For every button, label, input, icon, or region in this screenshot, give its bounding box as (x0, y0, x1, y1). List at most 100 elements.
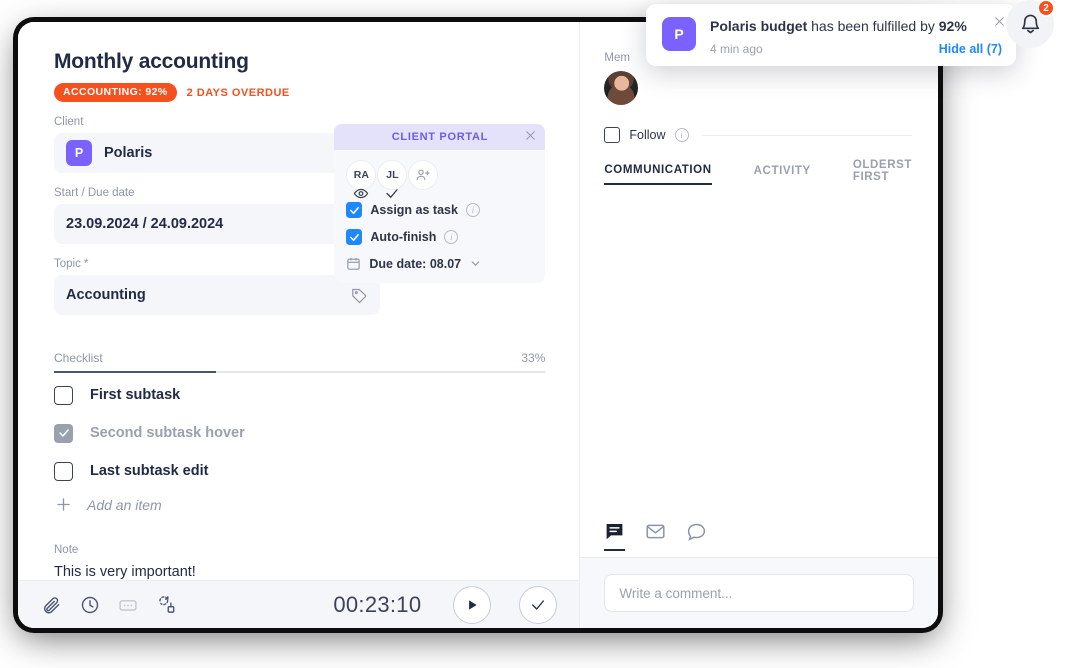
comment-icon[interactable] (118, 595, 138, 615)
divider (701, 134, 912, 136)
page-title: Monthly accounting (54, 50, 249, 73)
tab-activity[interactable]: ACTIVITY (754, 165, 811, 184)
portal-avatar-group: RA JL (346, 160, 533, 199)
right-pane-tabs: COMMUNICATION ACTIVITY OLDERST FIRST (604, 159, 912, 190)
notification-toast: P Polaris budget has been fulfilled by 9… (646, 4, 1016, 66)
checklist-item-label: Second subtask hover (90, 425, 245, 441)
follow-label: Follow (629, 128, 666, 142)
checklist-checkbox[interactable] (54, 461, 73, 481)
checklist-item-label: Last subtask edit (90, 463, 209, 479)
follow-checkbox[interactable] (604, 127, 621, 143)
status-badge: ACCOUNTING: 92% (54, 83, 177, 102)
date-field[interactable]: 23.09.2024 / 24.09.2024 (54, 204, 380, 244)
chat-icon[interactable] (686, 521, 707, 550)
topic-value: Accounting (66, 287, 146, 303)
info-icon[interactable]: i (444, 230, 459, 244)
avatar[interactable] (604, 71, 639, 105)
auto-finish-row[interactable]: Auto-finish i (346, 229, 533, 245)
time-icon[interactable] (80, 595, 100, 615)
client-portal-body: RA JL Assign as task i Auto-finish i Due… (334, 150, 545, 283)
checklist-checkbox[interactable] (54, 423, 73, 443)
start-timer-button[interactable] (453, 585, 492, 624)
comment-type-tabs (580, 514, 938, 558)
assign-as-task-row[interactable]: Assign as task i (346, 202, 533, 218)
client-label: Client (54, 116, 84, 128)
sort-toggle[interactable]: OLDERST FIRST (853, 159, 912, 190)
avatar[interactable]: RA (346, 160, 377, 199)
tab-communication[interactable]: COMMUNICATION (604, 164, 712, 185)
timer-value: 00:23:10 (333, 591, 422, 617)
email-icon[interactable] (645, 521, 666, 550)
client-portal-title: CLIENT PORTAL (391, 131, 489, 143)
date-label: Start / Due date (54, 187, 135, 199)
client-select[interactable]: P Polaris (54, 133, 380, 173)
calendar-icon (346, 256, 361, 271)
client-portal-card: CLIENT PORTAL RA JL Assign as task i Aut… (334, 124, 546, 283)
client-value: Polaris (104, 145, 153, 161)
client-portal-header: CLIENT PORTAL (334, 124, 546, 150)
client-avatar: P (66, 140, 92, 166)
notification-footer: 4 min ago Hide all (7) (710, 42, 1002, 56)
checklist-section: Checklist 33% First subtask Second subta… (54, 351, 546, 514)
notification-percent: 92% (938, 18, 967, 34)
checklist-checkbox[interactable] (54, 385, 73, 405)
right-pane-top: Mem Follow i COMMUNICATION ACTIVITY OLDE… (580, 22, 938, 514)
comment-box-wrap: Write a comment... (580, 558, 938, 628)
assign-as-task-checkbox[interactable] (346, 202, 363, 218)
notification-time: 4 min ago (710, 42, 763, 56)
overdue-label: 2 DAYS OVERDUE (186, 86, 290, 99)
notifications-bell-button[interactable]: 2 (1006, 0, 1055, 48)
notification-subject: Polaris budget (710, 18, 808, 34)
list-item[interactable]: Last subtask edit (54, 455, 545, 487)
notification-message: Polaris budget has been fulfilled by 92% (710, 17, 1002, 36)
badge-row: ACCOUNTING: 92% 2 DAYS OVERDUE (54, 83, 545, 102)
avatar-initials: RA (353, 169, 369, 181)
follow-row[interactable]: Follow i (604, 127, 912, 143)
task-right-pane: Mem Follow i COMMUNICATION ACTIVITY OLDE… (580, 22, 938, 628)
checklist-header: Checklist 33% (54, 351, 545, 365)
screen: Monthly accounting ACCOUNTING: 92% 2 DAY… (0, 0, 1065, 668)
plus-icon (54, 495, 73, 514)
checklist-item-label: First subtask (90, 387, 181, 403)
notification-avatar: P (662, 17, 696, 51)
list-item[interactable]: Second subtask hover (54, 417, 545, 449)
avatar-initials: JL (386, 169, 399, 181)
subtask-icon[interactable] (156, 594, 177, 615)
avatar[interactable]: JL (377, 160, 408, 198)
add-person-button[interactable] (408, 160, 439, 190)
checklist-label: Checklist (54, 351, 103, 365)
portal-due-date-row[interactable]: Due date: 08.07 (346, 256, 533, 271)
notification-text-mid: has been fulfilled by (807, 18, 939, 34)
task-detail-window: Monthly accounting ACCOUNTING: 92% 2 DAY… (18, 22, 938, 628)
notification-body: Polaris budget has been fulfilled by 92%… (710, 17, 1002, 56)
date-value: 23.09.2024 / 24.09.2024 (66, 216, 224, 232)
comment-input[interactable]: Write a comment... (604, 574, 914, 612)
auto-finish-checkbox[interactable] (346, 229, 363, 245)
add-item-label: Add an item (87, 496, 162, 513)
note-value[interactable]: This is very important! (54, 564, 545, 580)
checklist-percent: 33% (521, 351, 546, 365)
add-item-button[interactable]: Add an item (54, 495, 545, 514)
info-icon[interactable]: i (674, 128, 689, 142)
close-icon[interactable] (524, 129, 537, 145)
chevron-down-icon[interactable] (469, 257, 482, 270)
checklist-progress-bar (54, 371, 546, 373)
topic-label: Topic * (54, 258, 89, 270)
attachment-icon[interactable] (42, 595, 62, 615)
check-icon (385, 186, 400, 204)
auto-finish-label: Auto-finish (370, 230, 437, 244)
hide-all-button[interactable]: Hide all (7) (939, 42, 1002, 56)
complete-task-button[interactable] (519, 585, 558, 624)
info-icon[interactable]: i (465, 203, 480, 217)
close-icon[interactable] (993, 15, 1006, 33)
checklist-progress-fill (54, 371, 217, 373)
form-fields: Client P Polaris Start / Due date 23.09.… (54, 116, 380, 315)
topic-field[interactable]: Accounting (54, 275, 380, 315)
list-item[interactable]: First subtask (54, 379, 545, 411)
note-icon[interactable] (604, 520, 626, 551)
notification-count-badge: 2 (1037, 0, 1055, 17)
eye-icon (354, 186, 369, 204)
task-form: Monthly accounting ACCOUNTING: 92% 2 DAY… (18, 22, 579, 580)
note-label: Note (54, 544, 79, 556)
assign-as-task-label: Assign as task (370, 203, 458, 217)
